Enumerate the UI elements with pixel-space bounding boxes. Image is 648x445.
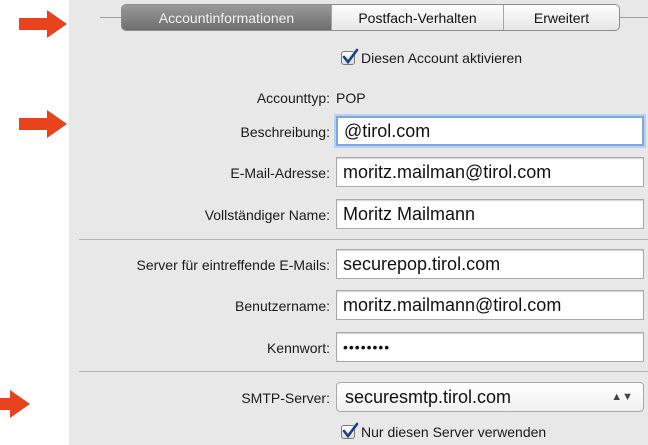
tab-mailbox-behavior[interactable]: Postfach-Verhalten (331, 5, 503, 30)
tab-bar: Accountinformationen Postfach-Verhalten … (121, 4, 620, 31)
only-this-server-label: Nur diesen Server verwenden (361, 424, 547, 440)
password-label: Kennwort: (266, 340, 330, 356)
full-name-input[interactable]: Moritz Mailmann (336, 199, 644, 229)
annotation-arrow-tabs-icon (19, 10, 67, 38)
activate-account-checkbox[interactable] (341, 48, 359, 65)
annotation-arrow-smtp-icon (0, 390, 30, 418)
email-label: E-Mail-Adresse: (230, 165, 330, 181)
checkmark-icon (342, 422, 359, 439)
only-this-server-checkbox[interactable] (341, 422, 359, 439)
description-input[interactable]: @tirol.com (336, 116, 644, 146)
tab-divider-right (619, 17, 648, 18)
full-name-label: Vollständiger Name: (204, 207, 330, 223)
section-separator-outgoing (79, 371, 648, 372)
smtp-server-label: SMTP-Server: (241, 390, 330, 406)
username-label: Benutzername: (235, 298, 330, 314)
annotation-arrow-description-icon (19, 110, 67, 138)
incoming-server-label: Server für eintreffende E-Mails: (136, 257, 331, 273)
only-this-server-row[interactable]: Nur diesen Server verwenden (341, 422, 547, 440)
select-arrows-icon: ▲▼ (611, 391, 633, 403)
tab-divider-left (100, 17, 122, 18)
smtp-server-select[interactable]: securesmtp.tirol.com ▲▼ (336, 382, 644, 412)
tab-advanced[interactable]: Erweitert (503, 5, 619, 30)
description-label: Beschreibung: (240, 124, 330, 140)
checkmark-icon (342, 48, 359, 65)
account-type-value: POP (336, 90, 366, 106)
section-separator-incoming (79, 239, 648, 240)
incoming-server-input[interactable]: securepop.tirol.com (336, 249, 644, 279)
username-input[interactable]: moritz.mailmann@tirol.com (336, 290, 644, 320)
tab-account-information[interactable]: Accountinformationen (122, 5, 331, 30)
smtp-server-value: securesmtp.tirol.com (345, 387, 512, 407)
password-input[interactable]: •••••••• (336, 332, 644, 362)
activate-account-row[interactable]: Diesen Account aktivieren (341, 48, 523, 66)
activate-account-label: Diesen Account aktivieren (361, 50, 523, 66)
email-input[interactable]: moritz.mailman@tirol.com (336, 157, 644, 187)
account-type-label: Accounttyp: (256, 90, 330, 106)
